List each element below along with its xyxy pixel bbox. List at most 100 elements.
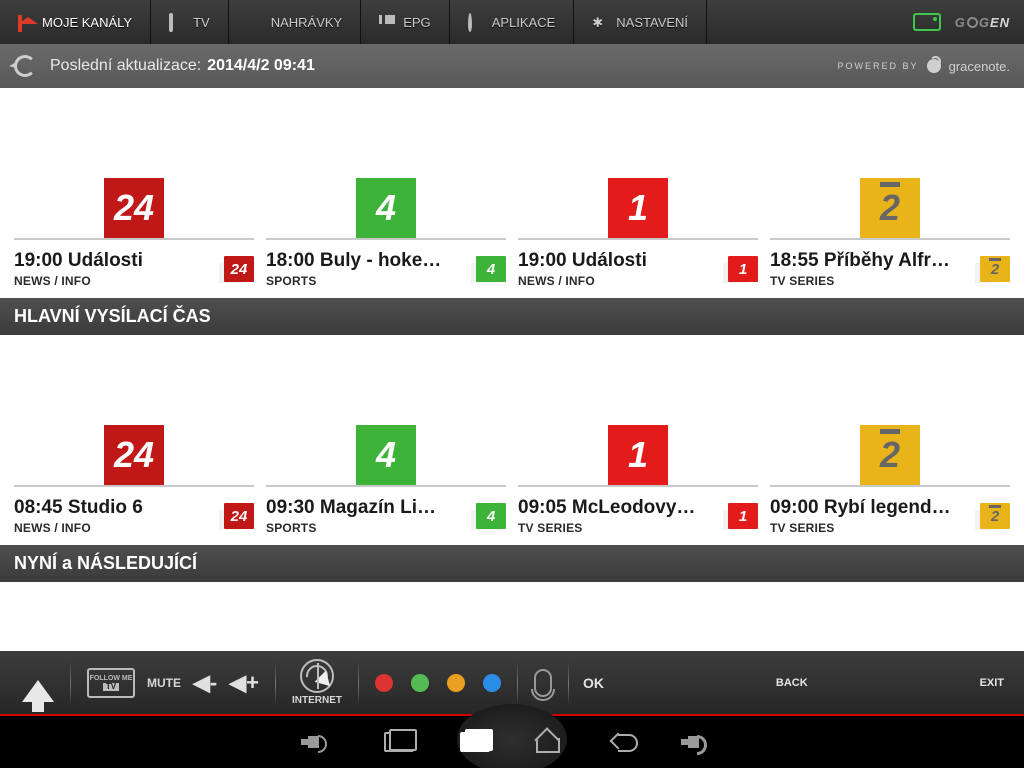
mute-button[interactable]: MUTE	[147, 676, 181, 690]
channel-cell[interactable]: 24	[14, 100, 254, 240]
channel-row: 24 4 1 2	[0, 335, 1024, 487]
nav-recordings[interactable]: NAHRÁVKY	[229, 0, 362, 44]
arrow-up-button[interactable]	[22, 664, 54, 702]
channel-mini-icon: 24	[224, 503, 254, 529]
globe-icon	[300, 659, 334, 693]
list-icon	[379, 15, 395, 29]
recents-icon	[460, 732, 490, 752]
channel-logo: 2	[860, 178, 920, 238]
channel-mini-icon: 4	[476, 503, 506, 529]
program-item[interactable]: 19:00 UdálostiNEWS / INFO24	[14, 244, 254, 290]
channel-cell[interactable]: 4	[266, 347, 506, 487]
channel-cell[interactable]: 1	[518, 347, 758, 487]
channel-mini-icon: 4	[476, 256, 506, 282]
nav-label: MOJE KANÁLY	[42, 15, 132, 30]
volume-up-icon: ◀+	[229, 670, 259, 696]
program-item[interactable]: 08:45 Studio 6NEWS / INFO24	[14, 491, 254, 537]
internet-button[interactable]: INTERNET	[292, 659, 342, 706]
yellow-button[interactable]	[447, 674, 465, 692]
section-header-now-next: NYNÍ a NÁSLEDUJÍCÍ	[0, 545, 1024, 582]
nav-settings[interactable]: ✱ NASTAVENÍ	[574, 0, 707, 44]
channel-mini-icon: 24	[224, 256, 254, 282]
follow-me-icon: FOLLOW METV	[87, 668, 135, 698]
nav-label: NASTAVENÍ	[616, 15, 688, 30]
section-header-primetime: HLAVNÍ VYSÍLACÍ ČAS	[0, 298, 1024, 335]
color-buttons	[363, 674, 513, 692]
mic-icon	[534, 669, 552, 697]
nav-label: TV	[193, 15, 210, 30]
channel-logo: 2	[860, 425, 920, 485]
channel-logo: 1	[608, 425, 668, 485]
program-item[interactable]: 18:00 Buly - hoke…SPORTS4	[266, 244, 506, 290]
channel-cell[interactable]: 2	[770, 100, 1010, 240]
tv-icon	[169, 15, 185, 29]
ok-button[interactable]: OK	[573, 675, 614, 691]
program-item[interactable]: 09:05 McLeodovy…TV SERIES1	[518, 491, 758, 537]
program-row: 08:45 Studio 6NEWS / INFO24 09:30 Magazí…	[0, 487, 1024, 545]
android-navbar	[0, 716, 1024, 768]
connection-icon	[913, 13, 941, 31]
gear-icon: ✱	[592, 15, 608, 29]
home-icon	[18, 15, 34, 29]
mic-button[interactable]	[534, 669, 552, 697]
red-button[interactable]	[375, 674, 393, 692]
volume-down-icon: ◀-	[193, 670, 217, 696]
home-nav[interactable]	[536, 728, 564, 756]
back-button[interactable]: BACK	[766, 677, 818, 689]
channel-logo: 24	[104, 425, 164, 485]
top-nav: MOJE KANÁLY TV NAHRÁVKY EPG APLIKACE ✱ N…	[0, 0, 1024, 44]
nav-my-channels[interactable]: MOJE KANÁLY	[0, 0, 151, 44]
channel-cell[interactable]: 1	[518, 100, 758, 240]
content-area: 24 4 1 2 19:00 UdálostiNEWS / INFO24 18:…	[0, 88, 1024, 651]
home-icon	[536, 731, 560, 753]
program-item[interactable]: 19:00 UdálostiNEWS / INFO1	[518, 244, 758, 290]
brand-logo: GGEN	[955, 15, 1010, 30]
speaker-icon	[308, 736, 319, 748]
program-item[interactable]: 09:00 Rybí legend…TV SERIES2	[770, 491, 1010, 537]
channel-mini-icon: 2	[980, 503, 1010, 529]
volume-down-nav[interactable]	[308, 728, 336, 756]
channel-cell[interactable]: 4	[266, 100, 506, 240]
nav-tv[interactable]: TV	[151, 0, 229, 44]
channel-logo: 24	[104, 178, 164, 238]
back-icon	[612, 731, 638, 753]
speaker-icon	[688, 736, 699, 748]
brand-area: GGEN	[899, 0, 1024, 44]
nav-label: APLIKACE	[492, 15, 556, 30]
channel-logo: 4	[356, 178, 416, 238]
program-row: 19:00 UdálostiNEWS / INFO24 18:00 Buly -…	[0, 240, 1024, 298]
green-button[interactable]	[411, 674, 429, 692]
recents-icon	[384, 732, 414, 752]
recents-active-nav[interactable]	[460, 728, 488, 756]
channel-cell[interactable]: 2	[770, 347, 1010, 487]
apps-icon	[468, 15, 484, 29]
channel-cell[interactable]: 24	[14, 347, 254, 487]
refresh-icon[interactable]	[14, 55, 36, 77]
blue-button[interactable]	[483, 674, 501, 692]
recents-nav[interactable]	[384, 728, 412, 756]
program-item[interactable]: 18:55 Příběhy Alfr…TV SERIES2	[770, 244, 1010, 290]
channel-mini-icon: 1	[728, 256, 758, 282]
nav-apps[interactable]: APLIKACE	[450, 0, 575, 44]
volume-up-button[interactable]: ◀+	[229, 670, 259, 696]
exit-button[interactable]: EXIT	[970, 677, 1014, 689]
nav-epg[interactable]: EPG	[361, 0, 449, 44]
gracenote-icon	[927, 59, 941, 73]
channel-logo: 4	[356, 425, 416, 485]
back-nav[interactable]	[612, 728, 640, 756]
channel-logo: 1	[608, 178, 668, 238]
program-item[interactable]: 09:30 Magazín Li…SPORTS4	[266, 491, 506, 537]
record-icon	[247, 15, 263, 29]
follow-me-tv-button[interactable]: FOLLOW METV	[87, 668, 135, 698]
last-update-timestamp: 2014/4/2 09:41	[207, 57, 315, 75]
volume-up-nav[interactable]	[688, 728, 716, 756]
last-update-label: Poslední aktualizace:	[50, 57, 201, 75]
volume-down-button[interactable]: ◀-	[193, 670, 217, 696]
nav-label: EPG	[403, 15, 430, 30]
powered-by: POWERED BY gracenote.	[838, 59, 1010, 74]
channel-mini-icon: 2	[980, 256, 1010, 282]
subheader: Poslední aktualizace: 2014/4/2 09:41 POW…	[0, 44, 1024, 88]
arrow-up-icon	[22, 664, 54, 702]
channel-mini-icon: 1	[728, 503, 758, 529]
nav-label: NAHRÁVKY	[271, 15, 343, 30]
